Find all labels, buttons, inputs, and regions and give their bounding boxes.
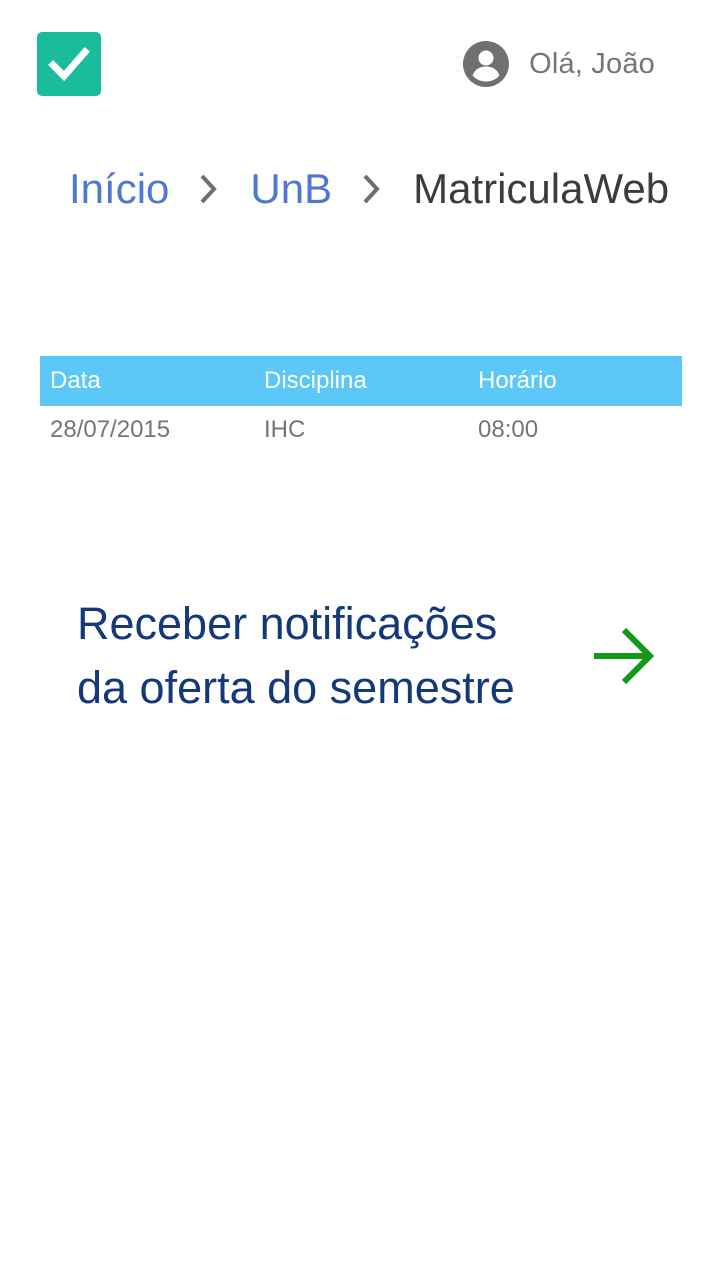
breadcrumb-unb-link[interactable]: UnB xyxy=(250,165,332,213)
app-logo-button[interactable] xyxy=(37,32,101,96)
column-header-disciplina: Disciplina xyxy=(264,367,367,394)
breadcrumb: Início UnB MatriculaWeb xyxy=(69,158,669,220)
chevron-right-icon xyxy=(200,174,218,204)
arrow-right-icon[interactable] xyxy=(592,625,654,687)
column-header-data: Data xyxy=(50,367,101,394)
breadcrumb-current-page: MatriculaWeb xyxy=(413,165,670,212)
table-header: Data Disciplina Horário xyxy=(40,356,682,406)
column-header-horario: Horário xyxy=(478,367,557,394)
table-row: 28/07/2015 IHC 08:00 xyxy=(40,406,682,454)
notifications-label-line-1: Receber notificações xyxy=(77,598,498,649)
schedule-table: Data Disciplina Horário 28/07/2015 IHC 0… xyxy=(40,356,682,454)
chevron-right-icon xyxy=(363,174,380,204)
check-icon xyxy=(48,47,90,82)
receive-notifications-button[interactable]: Receber notificações da oferta do semest… xyxy=(77,592,677,720)
table-cell-horario: 08:00 xyxy=(478,416,539,443)
page: Olá, João Início UnB MatriculaWeb Data D… xyxy=(0,0,720,1280)
user-greeting: Olá, João xyxy=(529,47,655,80)
breadcrumb-inicio-link[interactable]: Início xyxy=(69,165,169,213)
table-cell-disciplina: IHC xyxy=(264,416,306,443)
notifications-label-line-2: da oferta do semestre xyxy=(77,662,515,713)
notifications-label: Receber notificações da oferta do semest… xyxy=(77,592,577,720)
user-menu[interactable]: Olá, João xyxy=(463,41,655,87)
table-cell-data: 28/07/2015 xyxy=(50,416,171,443)
account-circle-icon xyxy=(463,41,510,87)
